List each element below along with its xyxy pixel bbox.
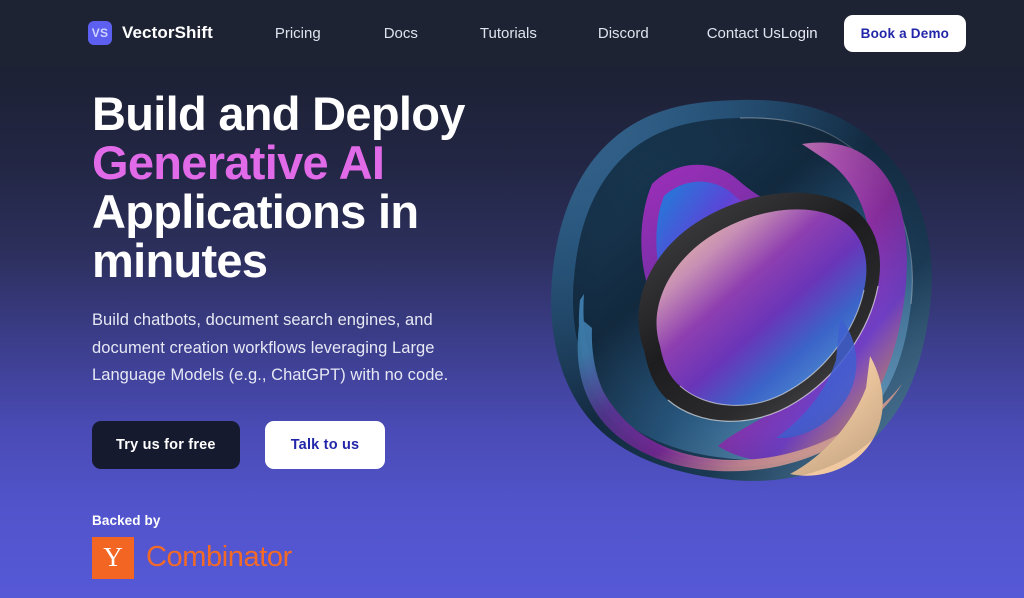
headline-line-4: minutes: [92, 234, 268, 287]
vectorshift-logo-icon: VS: [88, 21, 112, 45]
talk-to-us-button[interactable]: Talk to us: [264, 420, 386, 469]
logo-initials: VS: [91, 26, 109, 40]
abstract-layered-blob-graphic: [540, 88, 940, 488]
nav-item-contact-us[interactable]: Contact Us: [707, 25, 781, 42]
headline-line-1: Build and Deploy: [92, 87, 465, 140]
nav-actions: Login Book a Demo: [781, 14, 967, 52]
brand-logo-link[interactable]: VS VectorShift: [88, 21, 213, 45]
nav-item-docs[interactable]: Docs: [384, 25, 418, 42]
headline-accent: Generative AI: [92, 136, 385, 189]
yc-letter: Y: [103, 542, 123, 572]
y-combinator-mark-icon: Y: [92, 536, 134, 579]
try-us-for-free-button[interactable]: Try us for free: [92, 420, 240, 469]
headline-line-3: Applications in: [92, 185, 419, 238]
hero-cta-row: Try us for free Talk to us: [92, 420, 512, 469]
page-title: Build and Deploy Generative AI Applicati…: [92, 89, 512, 285]
login-link[interactable]: Login: [781, 25, 818, 42]
nav-item-discord[interactable]: Discord: [598, 25, 649, 42]
top-navigation-bar: VS VectorShift Pricing Docs Tutorials Di…: [0, 0, 1024, 66]
brand-name: VectorShift: [122, 23, 213, 42]
backed-by-section: Backed by Y Combinator: [92, 513, 512, 579]
nav-links: Pricing Docs Tutorials Discord Contact U…: [275, 25, 781, 42]
hero-copy: Build and Deploy Generative AI Applicati…: [92, 89, 512, 579]
hero-subheading: Build chatbots, document search engines,…: [92, 311, 449, 384]
hero-section: Build and Deploy Generative AI Applicati…: [0, 66, 1024, 598]
nav-item-pricing[interactable]: Pricing: [275, 25, 321, 42]
y-combinator-wordmark: Combinator: [146, 541, 292, 573]
y-combinator-logo: Y Combinator: [92, 536, 512, 579]
landing-page: VS VectorShift Pricing Docs Tutorials Di…: [0, 0, 1024, 598]
backed-by-label: Backed by: [92, 512, 161, 528]
nav-item-tutorials[interactable]: Tutorials: [480, 25, 537, 42]
book-a-demo-button[interactable]: Book a Demo: [843, 14, 967, 52]
